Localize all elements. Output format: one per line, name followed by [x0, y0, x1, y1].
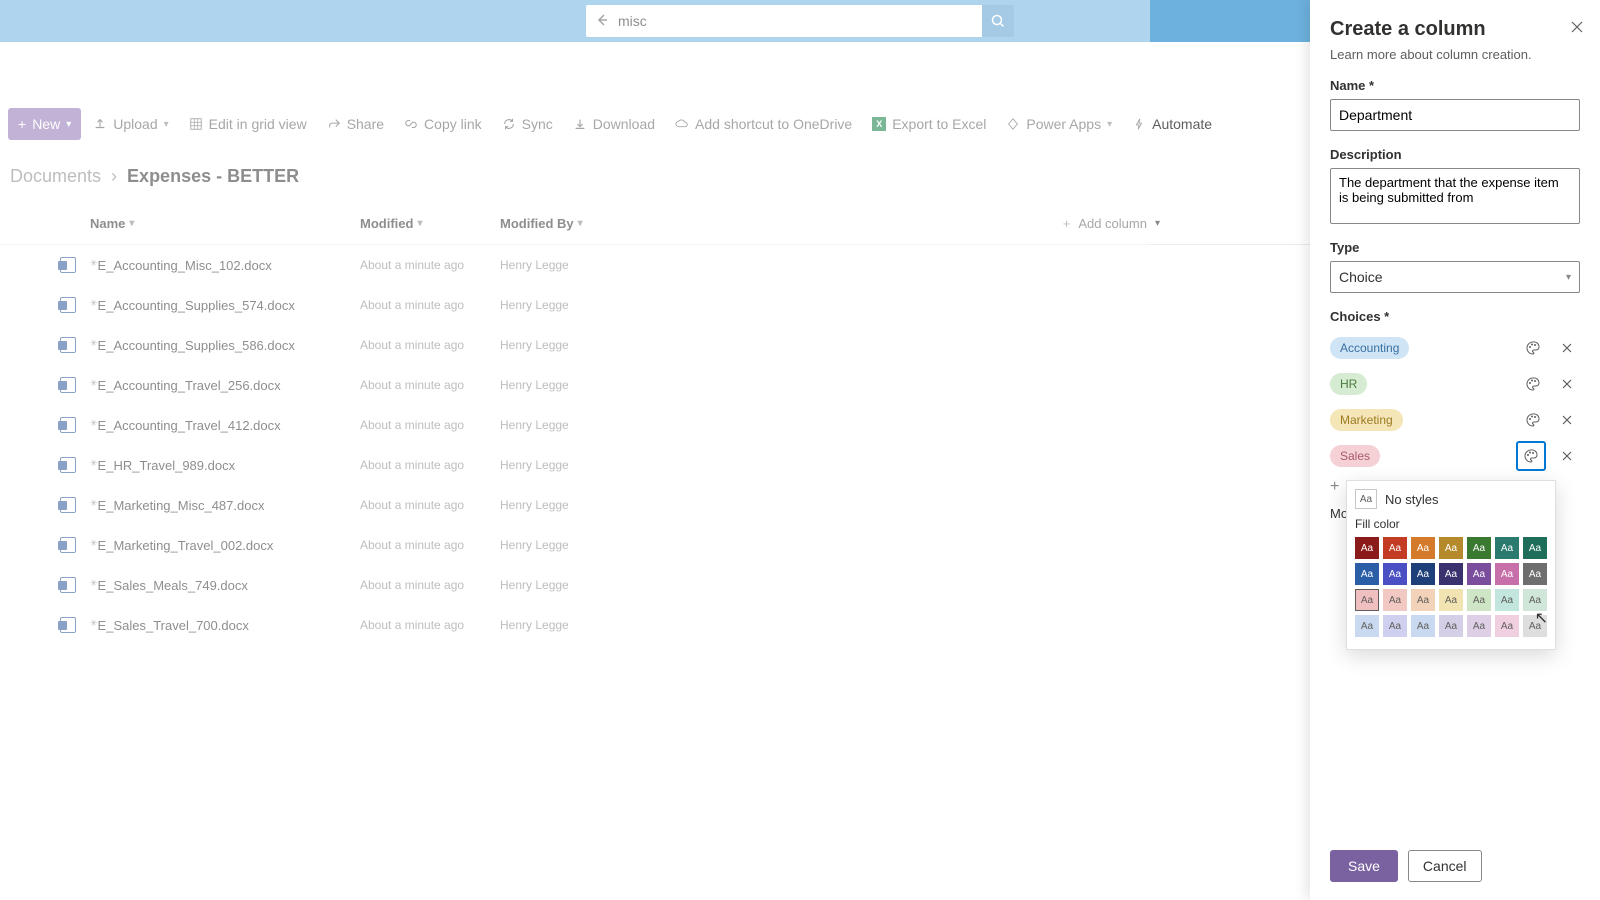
- color-swatch[interactable]: Aa: [1383, 537, 1407, 559]
- name-label: Name *: [1330, 78, 1580, 93]
- color-swatch[interactable]: Aa: [1355, 589, 1379, 611]
- color-swatch[interactable]: Aa: [1467, 537, 1491, 559]
- color-swatch[interactable]: Aa: [1495, 615, 1519, 637]
- choice-row: Sales: [1330, 438, 1580, 474]
- modal-overlay: [0, 0, 1150, 900]
- remove-choice-button[interactable]: [1554, 371, 1580, 397]
- palette-icon: [1523, 448, 1539, 464]
- palette-button[interactable]: [1516, 441, 1546, 471]
- description-input[interactable]: The department that the expense item is …: [1330, 168, 1580, 224]
- color-swatch[interactable]: Aa: [1411, 537, 1435, 559]
- panel-subtitle[interactable]: Learn more about column creation.: [1330, 47, 1580, 62]
- remove-choice-button[interactable]: [1554, 407, 1580, 433]
- color-swatch[interactable]: Aa: [1411, 615, 1435, 637]
- close-icon: [1561, 414, 1573, 426]
- color-swatch[interactable]: Aa: [1383, 589, 1407, 611]
- color-swatch[interactable]: Aa: [1411, 589, 1435, 611]
- chevron-down-icon: ▾: [1566, 272, 1571, 283]
- type-label: Type: [1330, 240, 1580, 255]
- color-swatch[interactable]: Aa: [1467, 563, 1491, 585]
- description-label: Description: [1330, 147, 1580, 162]
- choice-pill[interactable]: HR: [1330, 373, 1367, 395]
- save-button[interactable]: Save: [1330, 850, 1398, 882]
- color-swatch[interactable]: Aa: [1439, 563, 1463, 585]
- color-swatch[interactable]: Aa: [1439, 589, 1463, 611]
- palette-icon: [1525, 340, 1541, 356]
- choice-row: Marketing: [1330, 402, 1580, 438]
- color-swatch[interactable]: Aa: [1523, 563, 1547, 585]
- close-button[interactable]: [1570, 20, 1584, 37]
- color-swatch[interactable]: Aa: [1411, 563, 1435, 585]
- fill-color-label: Fill color: [1355, 517, 1547, 531]
- color-swatch[interactable]: Aa: [1523, 615, 1547, 637]
- choice-row: HR: [1330, 366, 1580, 402]
- create-column-panel: Create a column Learn more about column …: [1310, 0, 1600, 900]
- color-swatch[interactable]: Aa: [1495, 537, 1519, 559]
- close-icon: [1561, 342, 1573, 354]
- type-select[interactable]: Choice ▾: [1330, 261, 1580, 293]
- close-icon: [1570, 20, 1584, 34]
- color-swatch[interactable]: Aa: [1495, 563, 1519, 585]
- color-swatch[interactable]: Aa: [1355, 563, 1379, 585]
- color-swatch[interactable]: Aa: [1439, 615, 1463, 637]
- color-swatch[interactable]: Aa: [1467, 615, 1491, 637]
- color-swatch[interactable]: Aa: [1523, 589, 1547, 611]
- cancel-button[interactable]: Cancel: [1408, 850, 1482, 882]
- choice-pill[interactable]: Accounting: [1330, 337, 1409, 359]
- choices-label: Choices *: [1330, 309, 1580, 324]
- palette-icon: [1525, 412, 1541, 428]
- color-swatch[interactable]: Aa: [1383, 563, 1407, 585]
- color-swatch[interactable]: Aa: [1495, 589, 1519, 611]
- chevron-down-icon: ▾: [1155, 218, 1160, 229]
- color-swatch[interactable]: Aa: [1439, 537, 1463, 559]
- color-swatch[interactable]: Aa: [1355, 615, 1379, 637]
- choice-row: Accounting: [1330, 330, 1580, 366]
- remove-choice-button[interactable]: [1554, 443, 1580, 469]
- palette-icon: [1525, 376, 1541, 392]
- panel-title: Create a column: [1330, 18, 1580, 41]
- color-swatch[interactable]: Aa: [1523, 537, 1547, 559]
- close-icon: [1561, 450, 1573, 462]
- no-style-swatch[interactable]: Aa: [1355, 489, 1377, 509]
- name-input[interactable]: [1330, 99, 1580, 131]
- close-icon: [1561, 378, 1573, 390]
- remove-choice-button[interactable]: [1554, 335, 1580, 361]
- color-swatch[interactable]: Aa: [1467, 589, 1491, 611]
- choice-pill[interactable]: Sales: [1330, 445, 1380, 467]
- palette-button[interactable]: [1520, 407, 1546, 433]
- color-swatch[interactable]: Aa: [1383, 615, 1407, 637]
- palette-button[interactable]: [1520, 371, 1546, 397]
- color-swatch[interactable]: Aa: [1355, 537, 1379, 559]
- palette-button[interactable]: [1520, 335, 1546, 361]
- choice-pill[interactable]: Marketing: [1330, 409, 1403, 431]
- no-styles-label[interactable]: No styles: [1385, 492, 1438, 507]
- color-picker-popup: Aa No styles Fill color AaAaAaAaAaAaAaAa…: [1346, 480, 1556, 650]
